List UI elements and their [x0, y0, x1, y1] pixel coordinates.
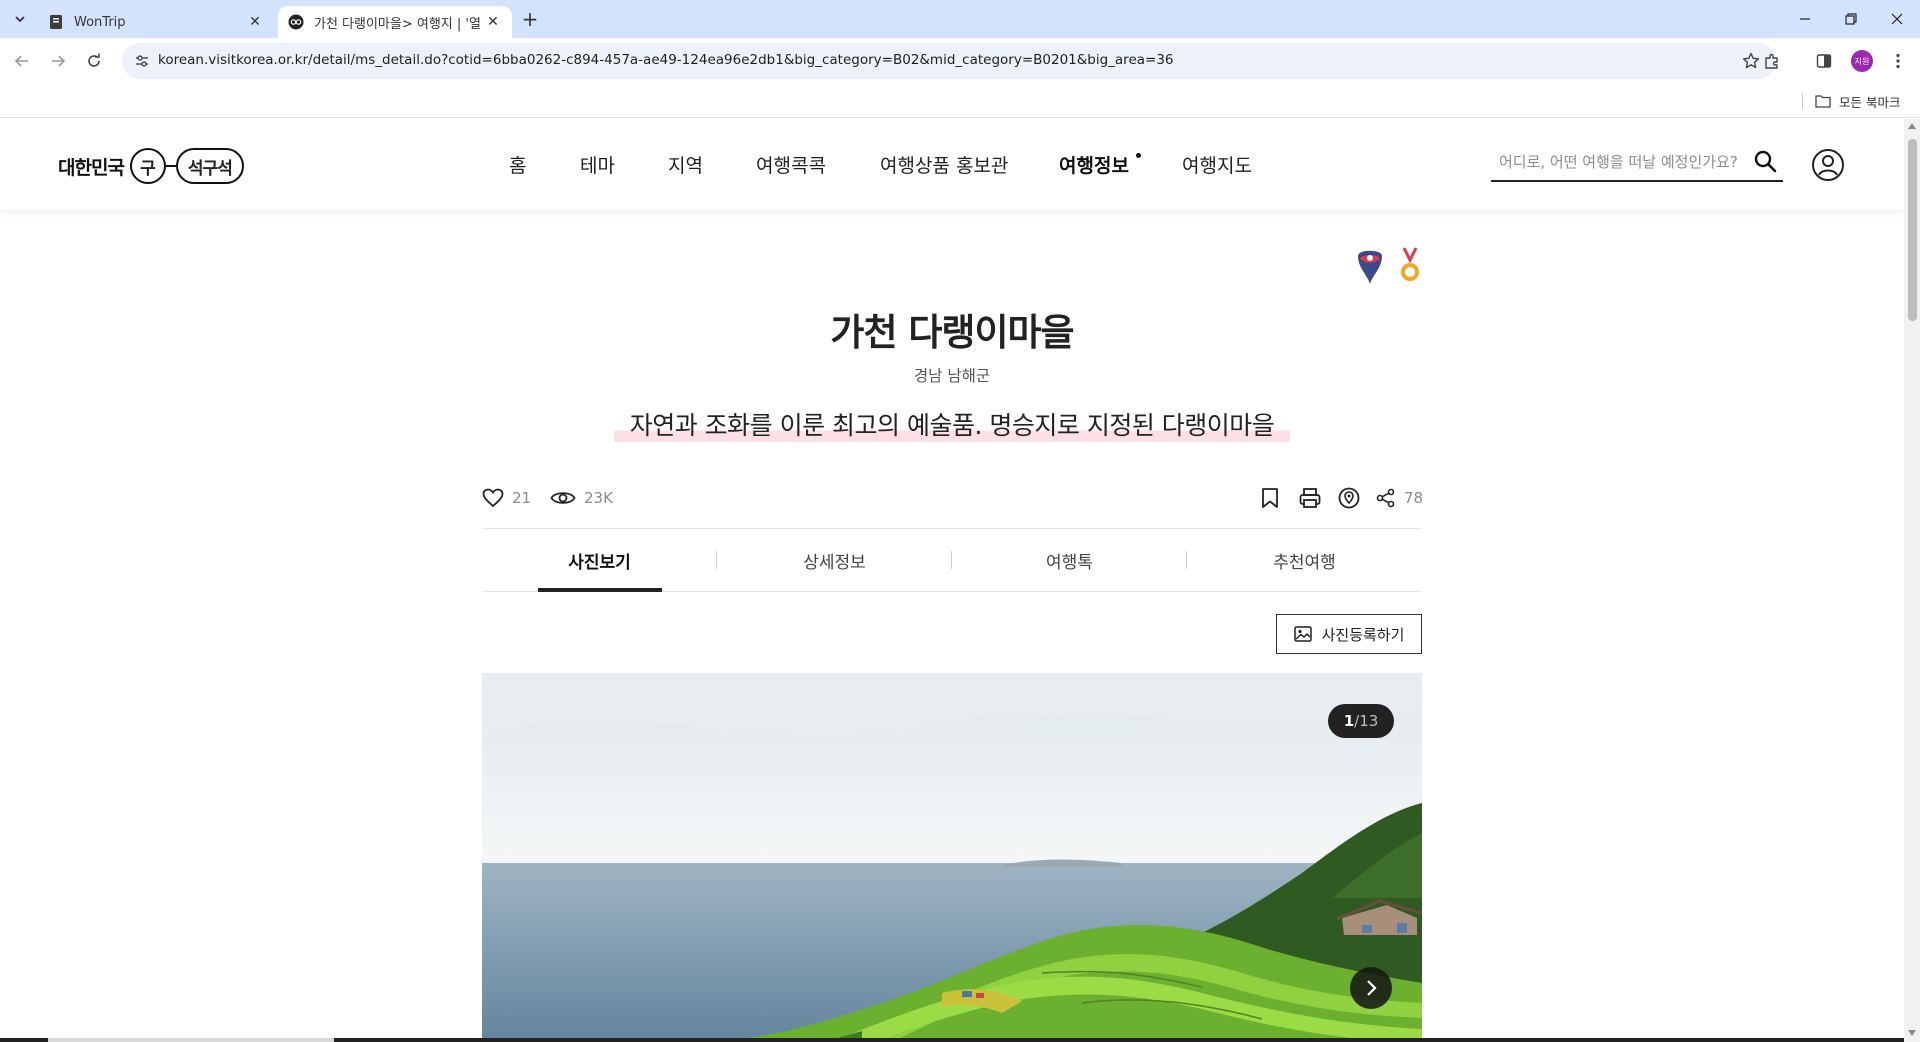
close-window-icon[interactable] — [1874, 0, 1920, 38]
tab-search-button[interactable] — [8, 7, 32, 31]
site-header: 대한민국 구 석구석 홈 테마 지역 여행콕콕 여행상품 홍보관 여행정보 여행… — [0, 119, 1904, 210]
map-route-icon[interactable] — [1337, 486, 1361, 510]
tab-travel-talk[interactable]: 여행톡 — [952, 529, 1187, 592]
active-tab-underline — [538, 588, 662, 592]
side-panel-icon[interactable] — [1812, 49, 1836, 73]
tab-details[interactable]: 상세정보 — [717, 529, 952, 592]
browser-tab-strip: WonTrip ✕ 가천 다랭이마을> 여행지 | '열 ✕ + — [0, 0, 1920, 38]
nav-region[interactable]: 지역 — [668, 151, 703, 178]
tab-photos[interactable]: 사진보기 — [482, 529, 717, 592]
photo-current: 1 — [1343, 712, 1355, 730]
image-icon — [1293, 626, 1312, 642]
new-tab-button[interactable]: + — [518, 8, 542, 32]
like-count: 21 — [512, 489, 532, 507]
page-viewport: 대한민국 구 석구석 홈 테마 지역 여행콕콕 여행상품 홍보관 여행정보 여행… — [0, 119, 1904, 1042]
region-label: 경남 남해군 — [913, 367, 991, 385]
back-arrow-icon[interactable] — [10, 49, 34, 73]
share-button[interactable]: 78 — [1376, 484, 1423, 512]
print-icon[interactable] — [1298, 486, 1322, 510]
more-menu-icon[interactable] — [1886, 49, 1910, 73]
nav-product-promo[interactable]: 여행상품 홍보관 — [880, 151, 1008, 178]
tagline-wrapper: 자연과 조화를 이룬 최고의 예술품. 명승지로 지정된 다랭이마을 — [482, 406, 1422, 442]
folder-icon — [1815, 95, 1831, 108]
register-photo-button[interactable]: 사진등록하기 — [1276, 614, 1422, 654]
photo-counter: 1 /13 — [1328, 704, 1394, 738]
search-icon[interactable] — [1751, 147, 1779, 175]
site-logo[interactable]: 대한민국 구 석구석 — [58, 148, 244, 184]
scroll-thumb[interactable] — [1908, 139, 1917, 321]
award-badges — [1354, 246, 1426, 286]
logo-circle: 구 — [129, 148, 166, 184]
share-icon — [1376, 488, 1395, 508]
restore-icon[interactable] — [1828, 0, 1874, 38]
page-progress-segment — [48, 1038, 334, 1042]
document-icon — [48, 14, 64, 30]
register-photo-label: 사진등록하기 — [1321, 625, 1405, 644]
photo-slider[interactable]: 1 /13 — [482, 673, 1422, 1042]
forward-arrow-icon[interactable] — [46, 49, 70, 73]
address-bar[interactable]: korean.visitkorea.or.kr/detail/ms_detail… — [122, 43, 1776, 79]
logo-mark: 구 석구석 — [129, 148, 244, 184]
detail-tabs: 사진보기 상세정보 여행톡 추천여행 — [482, 528, 1422, 592]
korea-tourism-badge-icon — [1358, 250, 1382, 284]
site-settings-icon[interactable] — [132, 51, 152, 71]
view-count: 23K — [584, 489, 613, 507]
logo-connector — [165, 164, 176, 168]
like-button[interactable]: 21 — [482, 484, 531, 512]
tab-title: 가천 다랭이마을> 여행지 | '열 — [314, 16, 481, 32]
landscape-photo — [482, 673, 1422, 1042]
tagline: 자연과 조화를 이룬 최고의 예술품. 명승지로 지정된 다랭이마을 — [613, 406, 1291, 442]
scroll-up-arrow-icon[interactable] — [1908, 123, 1916, 129]
nav-travel-map[interactable]: 여행지도 — [1182, 151, 1252, 178]
next-photo-button[interactable] — [1350, 967, 1392, 1009]
page-scrollbar[interactable] — [1904, 119, 1920, 1042]
minimize-icon[interactable] — [1782, 0, 1828, 38]
logo-text: 대한민국 — [58, 156, 125, 179]
site-search — [1491, 145, 1783, 182]
logo-pill: 석구석 — [175, 148, 244, 184]
browser-tab-wontrip[interactable]: WonTrip ✕ — [38, 6, 274, 38]
heart-icon — [482, 488, 504, 508]
chevron-right-icon — [1367, 980, 1377, 996]
scroll-down-arrow-icon[interactable] — [1908, 1030, 1916, 1036]
visitkorea-icon — [288, 14, 304, 30]
nav-theme[interactable]: 테마 — [580, 151, 615, 178]
share-count: 78 — [1404, 489, 1424, 507]
bookmark-icon[interactable] — [1258, 486, 1282, 510]
tab-title: WonTrip — [74, 14, 126, 30]
nav-home[interactable]: 홈 — [509, 151, 526, 178]
profile-avatar[interactable]: 지원 — [1851, 50, 1873, 72]
browser-tab-visitkorea[interactable]: 가천 다랭이마을> 여행지 | '열 ✕ — [278, 6, 512, 38]
chevron-down-icon — [15, 16, 25, 23]
bookmarks-bar: 모든 북마크 — [0, 84, 1920, 118]
meta-bar: 21 23K 78 — [482, 484, 1423, 512]
close-tab-icon[interactable]: ✕ — [246, 13, 264, 31]
all-bookmarks-label: 모든 북마크 — [1839, 94, 1901, 110]
all-bookmarks-button[interactable]: 모든 북마크 — [1815, 91, 1900, 111]
nav-travel-kokkok[interactable]: 여행콕콕 — [756, 151, 826, 178]
bookmark-star-icon[interactable] — [1740, 50, 1762, 72]
tab-recommended[interactable]: 추천여행 — [1187, 529, 1422, 592]
url-text: korean.visitkorea.or.kr/detail/ms_detail… — [158, 52, 1174, 68]
search-input[interactable] — [1499, 149, 1749, 175]
extensions-icon[interactable] — [1760, 49, 1784, 73]
bookmarks-divider — [1802, 93, 1803, 109]
eye-icon — [550, 492, 576, 504]
browser-toolbar: korean.visitkorea.or.kr/detail/ms_detail… — [0, 38, 1920, 84]
close-tab-icon[interactable]: ✕ — [484, 13, 502, 31]
nav-travel-info[interactable]: 여행정보 — [1059, 151, 1129, 178]
view-count-item: 23K — [550, 484, 613, 512]
photo-total: /13 — [1354, 712, 1379, 730]
page-title: 가천 다랭이마을 — [830, 311, 1074, 354]
user-account-icon[interactable] — [1811, 148, 1845, 182]
active-nav-dot — [1136, 153, 1141, 158]
reload-icon[interactable] — [82, 49, 106, 73]
medal-badge-icon — [1401, 247, 1419, 281]
